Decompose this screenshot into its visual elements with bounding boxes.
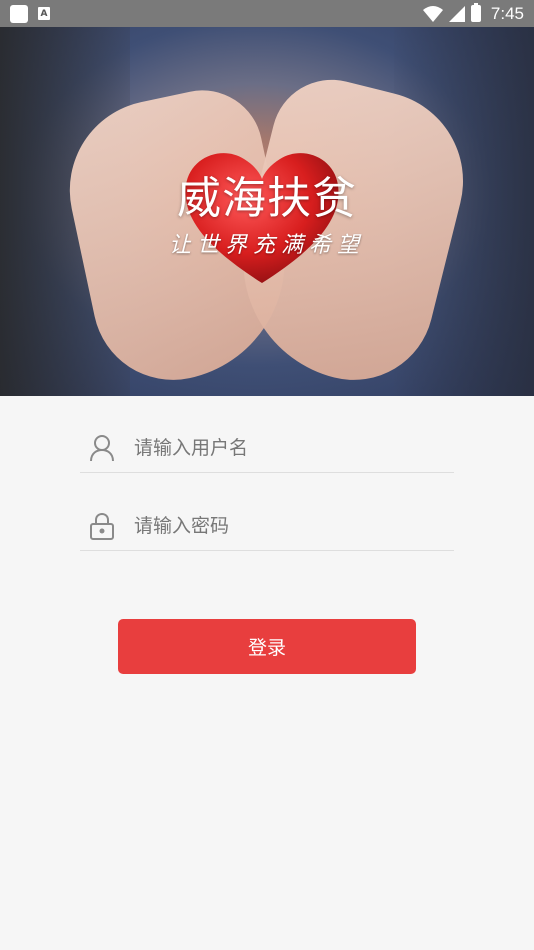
login-button[interactable]: 登录 — [118, 619, 416, 674]
lock-icon — [82, 506, 122, 546]
app-square-icon — [10, 4, 28, 23]
username-field — [80, 423, 454, 473]
status-left: A — [10, 4, 50, 23]
status-bar: A 7:45 — [0, 0, 534, 27]
banner-image: 威海扶贫 让世界充满希望 — [0, 27, 534, 396]
battery-charging-icon — [470, 3, 481, 22]
user-icon — [82, 428, 122, 468]
status-time: 7:45 — [490, 3, 524, 23]
username-input[interactable] — [134, 436, 454, 459]
password-field — [80, 501, 454, 551]
banner-slogan: 让世界充满希望 — [168, 233, 365, 258]
status-right: 7:45 — [422, 3, 524, 24]
wifi-icon — [422, 5, 443, 22]
banner-title: 威海扶贫 — [177, 173, 357, 224]
password-input[interactable] — [134, 514, 454, 537]
a-notification-icon: A — [38, 7, 50, 20]
signal-icon — [448, 5, 465, 22]
